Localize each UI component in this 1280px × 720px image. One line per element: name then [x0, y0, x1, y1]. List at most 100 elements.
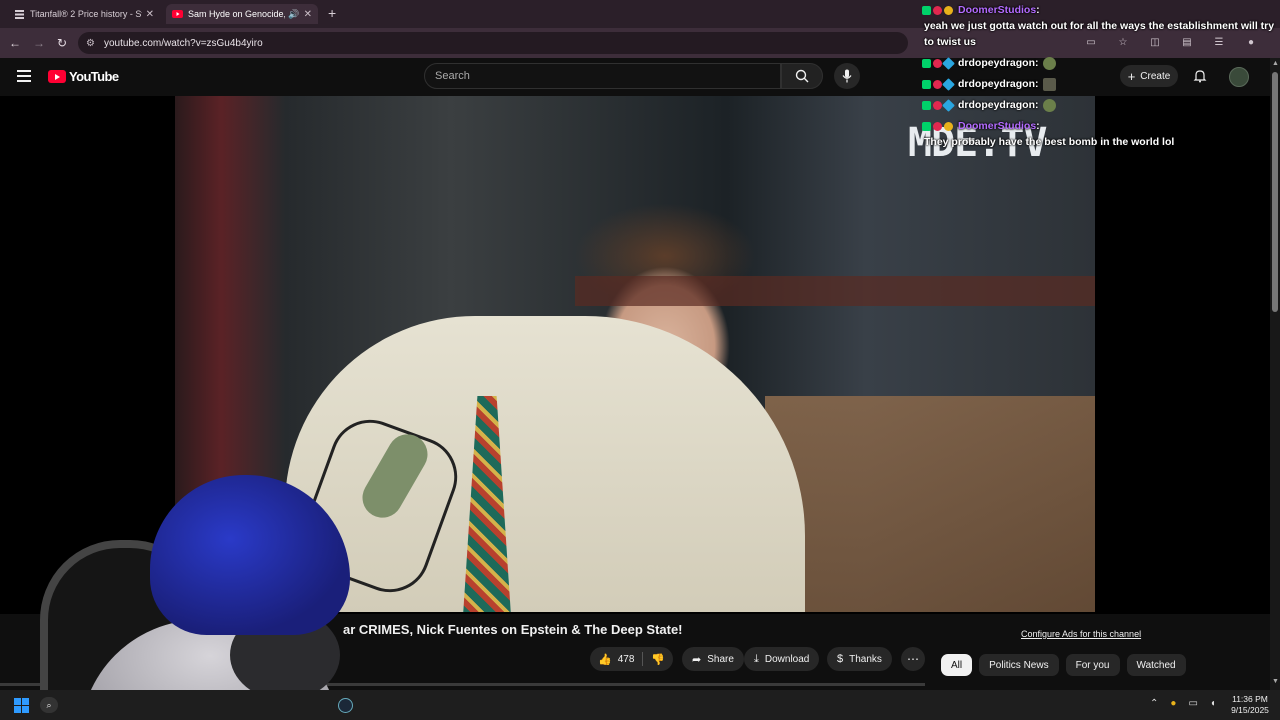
chip-all[interactable]: All [941, 654, 973, 676]
search-button[interactable] [781, 63, 823, 89]
more-actions-button[interactable]: ⋯ [901, 647, 925, 671]
forward-arrow-icon[interactable]: → [31, 35, 47, 51]
video-title: ar CRIMES, Nick Fuentes on Epstein & The… [343, 622, 683, 637]
chat-username[interactable]: drdopeydragon [958, 55, 1035, 71]
chat-text: yeah we just gotta watch out for all the… [924, 20, 1275, 48]
badge-green-icon [922, 79, 931, 89]
tab-title: Titanfall® 2 Price history - Steam [30, 9, 142, 19]
tray-microphone-icon[interactable]: ● [1170, 698, 1176, 709]
scroll-thumb[interactable] [1272, 72, 1278, 312]
webcam-beanie [150, 475, 350, 635]
chat-message: drdopeydragon : [920, 76, 1280, 92]
chat-separator: : [1035, 78, 1039, 90]
system-tray: ⌃ ● ▭ ◖ [1150, 698, 1216, 709]
download-group: ⤓ Download [744, 647, 820, 671]
badge-red-icon [933, 121, 942, 131]
like-button[interactable]: 👍 478 👎 [590, 647, 674, 671]
thumbs-down-icon[interactable]: 👎 [651, 653, 665, 666]
chat-username[interactable]: drdopeydragon [958, 76, 1035, 92]
chip-watched[interactable]: Watched [1126, 654, 1186, 676]
badge-red-icon [933, 58, 942, 68]
share-button[interactable]: ➦ Share [682, 647, 744, 671]
address-url: youtube.com/watch?v=zsGu4b4yiro [103, 37, 263, 49]
close-tab-icon[interactable]: ✕ [146, 9, 154, 20]
tab-title: Sam Hyde on Genocide, Pa [188, 9, 286, 19]
youtube-logo[interactable]: YouTube [48, 69, 119, 84]
search-placeholder: Search [435, 70, 470, 82]
speaker-icon[interactable]: 🔊 [288, 9, 299, 20]
video-background-shelf [575, 276, 1095, 306]
badge-green-icon [922, 121, 931, 131]
download-button[interactable]: ⤓ Download [744, 647, 820, 671]
close-tab-icon[interactable]: ✕ [304, 9, 312, 20]
new-tab-button[interactable]: + [328, 5, 336, 21]
streamer-webcam-overlay [0, 470, 360, 720]
chat-message: drdopeydragon : [920, 97, 1280, 113]
share-label: Share [707, 653, 734, 665]
tray-chevron-up-icon[interactable]: ⌃ [1150, 698, 1158, 709]
hamburger-menu-icon[interactable] [17, 70, 31, 82]
thanks-label: Thanks [849, 653, 882, 665]
voice-search-button[interactable] [834, 63, 860, 89]
chat-badges [922, 98, 955, 112]
badge-blue-icon [942, 77, 955, 91]
chat-badges [922, 5, 953, 15]
chip-for-you[interactable]: For you [1065, 654, 1120, 676]
clock-time: 11:36 PM [1232, 694, 1268, 704]
badge-green-icon [922, 100, 931, 110]
scroll-up-arrow-icon[interactable]: ▲ [1272, 60, 1279, 67]
windows-taskbar: ⌕ ⌃ ● ▭ ◖ 11:36 PM 9/15/2025 [0, 690, 1280, 720]
chat-username[interactable]: drdopeydragon [958, 97, 1035, 113]
tab-youtube-video[interactable]: Sam Hyde on Genocide, Pa 🔊 ✕ [166, 4, 318, 24]
taskbar-clock[interactable]: 11:36 PM 9/15/2025 [1226, 694, 1274, 716]
thanks-button[interactable]: $ Thanks [827, 647, 892, 671]
youtube-icon [172, 9, 183, 20]
network-icon[interactable]: ▭ [1188, 698, 1197, 709]
share-arrow-icon: ➦ [692, 653, 702, 666]
badge-gold-icon [944, 121, 953, 131]
clock-date: 9/15/2025 [1231, 705, 1269, 715]
scroll-down-arrow-icon[interactable]: ▼ [1272, 678, 1279, 685]
configure-ads-link[interactable]: Configure Ads for this channel [1021, 629, 1141, 639]
chat-badges [922, 56, 955, 70]
search-icon [795, 69, 809, 83]
thanks-group: $ Thanks [827, 647, 892, 671]
steam-icon[interactable] [338, 698, 353, 713]
chat-separator: : [1036, 4, 1040, 16]
windows-start-icon[interactable] [14, 698, 29, 713]
badge-blue-icon [942, 98, 955, 112]
like-dislike-group: 👍 478 👎 [590, 647, 678, 671]
chat-separator: : [1035, 57, 1039, 69]
badge-green-icon [922, 5, 931, 15]
youtube-play-icon [48, 70, 66, 83]
chip-politics-news[interactable]: Politics News [979, 654, 1059, 676]
stack-icon [14, 9, 25, 20]
download-label: Download [764, 653, 810, 665]
tab-titanfall-price-history[interactable]: Titanfall® 2 Price history - Steam ✕ [8, 4, 160, 24]
badge-gold-icon [944, 5, 953, 15]
chat-separator: : [1035, 99, 1039, 111]
divider [642, 652, 644, 666]
super-thanks-icon: $ [837, 653, 844, 665]
search-input[interactable]: Search [424, 63, 781, 89]
chat-username[interactable]: DoomerStudios [958, 2, 1036, 18]
badge-red-icon [933, 79, 942, 89]
reload-icon[interactable]: ↻ [54, 35, 70, 51]
chat-message: DoomerStudios : yeah we just gotta watch … [920, 2, 1280, 50]
microphone-icon [842, 69, 852, 83]
video-background-boxes [765, 396, 1095, 612]
chat-emote-icon [1042, 56, 1056, 70]
page-scrollbar[interactable]: ▲ ▼ [1270, 58, 1280, 690]
chat-emote-icon [1042, 77, 1056, 91]
chat-text: They probably have the best bomb in the … [924, 136, 1175, 148]
chat-username[interactable]: DoomerStudios [958, 118, 1036, 134]
chat-emote-icon [1042, 98, 1056, 112]
volume-icon[interactable]: ◖ [1210, 698, 1216, 709]
back-arrow-icon[interactable]: ← [7, 35, 23, 51]
address-bar[interactable]: ⚙ youtube.com/watch?v=zsGu4b4yiro [78, 32, 908, 54]
thumbs-up-icon: 👍 [598, 653, 612, 666]
download-icon: ⤓ [754, 652, 759, 665]
site-settings-icon[interactable]: ⚙ [86, 38, 95, 49]
chat-separator: : [1036, 120, 1040, 132]
taskbar-search-icon[interactable]: ⌕ [40, 697, 58, 713]
